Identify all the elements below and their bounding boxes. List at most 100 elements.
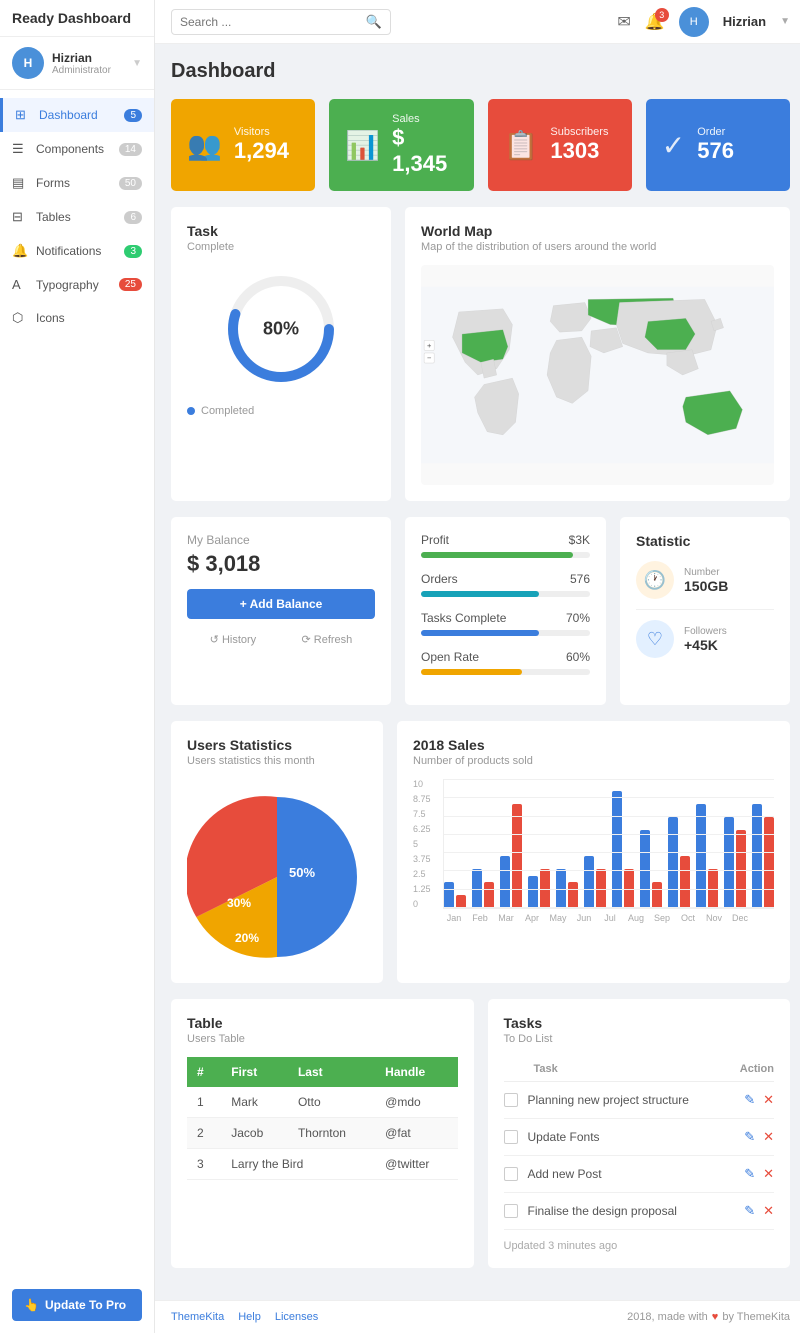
task-delete-icon-2[interactable]: ✕ <box>763 1129 774 1145</box>
mail-icon[interactable]: ✉ <box>617 12 630 32</box>
profit-label: Profit <box>421 533 449 547</box>
table-title: Table <box>187 1015 458 1031</box>
sidebar-item-tables[interactable]: ⊟ Tables 6 <box>0 200 154 234</box>
orders-bar-fill <box>421 591 539 597</box>
donut-chart: 80% <box>221 269 341 389</box>
stat-item-number: 🕐 Number 150GB <box>636 551 774 610</box>
update-pro-button[interactable]: 👆 Update To Pro <box>12 1289 142 1321</box>
task-item-2: Update Fonts ✎ ✕ <box>504 1119 775 1156</box>
sales-icon: 📊 <box>345 129 380 162</box>
topbar-dropdown-icon[interactable]: ▼ <box>780 16 790 27</box>
map-title: World Map <box>421 223 774 239</box>
order-icon: ✓ <box>662 129 685 162</box>
number-icon: 🕐 <box>636 561 674 599</box>
sales-title: 2018 Sales <box>413 737 774 753</box>
topbar-right: ✉ 🔔 3 H Hizrian ▼ <box>617 7 790 37</box>
task-delete-icon-4[interactable]: ✕ <box>763 1203 774 1219</box>
task-edit-icon-3[interactable]: ✎ <box>744 1166 755 1182</box>
stat-card-sales: 📊 Sales $ 1,345 <box>329 99 473 191</box>
tasks-header-row: Task Action <box>504 1057 775 1082</box>
subscribers-icon: 📋 <box>504 129 539 162</box>
row1-handle: @mdo <box>375 1087 457 1118</box>
visitors-label: Visitors <box>234 126 289 138</box>
add-balance-button[interactable]: + Add Balance <box>187 589 375 619</box>
task-actions-4: ✎ ✕ <box>744 1203 774 1219</box>
sidebar-user: H Hizrian Administrator ▼ <box>0 37 154 90</box>
pie-chart-svg: 50% 20% 30% <box>187 787 367 967</box>
task-subtitle: Complete <box>187 241 375 253</box>
topbar-avatar[interactable]: H <box>679 7 709 37</box>
map-subtitle: Map of the distribution of users around … <box>421 241 774 253</box>
svg-text:50%: 50% <box>289 865 315 880</box>
sidebar-item-notifications[interactable]: 🔔 Notifications 3 <box>0 234 154 268</box>
task-item-4: Finalise the design proposal ✎ ✕ <box>504 1193 775 1230</box>
open-rate-bar-bg <box>421 669 590 675</box>
sidebar-item-icons[interactable]: ⬡ Icons <box>0 301 154 335</box>
sidebar-toggle-icon[interactable]: ▼ <box>132 58 142 69</box>
main-content: 🔍 ✉ 🔔 3 H Hizrian ▼ Dashboard 👥 Visitors… <box>155 0 800 1333</box>
balance-row: My Balance $ 3,018 + Add Balance ↺ Histo… <box>171 517 790 705</box>
task-item-1: Planning new project structure ✎ ✕ <box>504 1082 775 1119</box>
subscribers-label: Subscribers <box>550 126 608 138</box>
sales-value: $ 1,345 <box>392 125 457 177</box>
task-delete-icon-3[interactable]: ✕ <box>763 1166 774 1182</box>
task-text-4: Finalise the design proposal <box>528 1204 735 1218</box>
sidebar: Ready Dashboard H Hizrian Administrator … <box>0 0 155 1333</box>
page-title: Dashboard <box>171 60 790 83</box>
row3-handle: @twitter <box>375 1149 457 1180</box>
open-rate-value: 60% <box>566 650 590 664</box>
task-edit-icon-4[interactable]: ✎ <box>744 1203 755 1219</box>
col-last: Last <box>288 1057 375 1087</box>
sidebar-label-components: Components <box>36 142 104 156</box>
number-value: 150GB <box>684 578 728 594</box>
stat-item-followers: ♡ Followers +45K <box>636 610 774 668</box>
task-delete-icon-1[interactable]: ✕ <box>763 1092 774 1108</box>
sidebar-item-typography[interactable]: A Typography 25 <box>0 268 154 301</box>
task-checkbox-2[interactable] <box>504 1130 518 1144</box>
search-input[interactable] <box>180 15 360 29</box>
task-text-3: Add new Post <box>528 1167 735 1181</box>
task-checkbox-4[interactable] <box>504 1204 518 1218</box>
heart-icon: ♥ <box>712 1311 719 1323</box>
search-icon: 🔍 <box>366 14 382 30</box>
progress-tasks-complete: Tasks Complete 70% <box>421 611 590 636</box>
progress-orders: Orders 576 <box>421 572 590 597</box>
task-edit-icon-2[interactable]: ✎ <box>744 1129 755 1145</box>
task-checkbox-3[interactable] <box>504 1167 518 1181</box>
footer-link-themekita[interactable]: ThemeKita <box>171 1311 224 1323</box>
users-stats-subtitle: Users statistics this month <box>187 755 367 767</box>
footer-link-help[interactable]: Help <box>238 1311 261 1323</box>
tasks-updated: Updated 3 minutes ago <box>504 1240 775 1252</box>
footer-link-licenses[interactable]: Licenses <box>275 1311 318 1323</box>
typography-badge: 25 <box>119 278 142 291</box>
sidebar-item-components[interactable]: ☰ Components 14 <box>0 132 154 166</box>
sidebar-item-dashboard[interactable]: ⊞ Dashboard 5 <box>0 98 154 132</box>
col-first: First <box>221 1057 288 1087</box>
pie-chart-wrap: 50% 20% 30% <box>187 787 367 967</box>
orders-label: Orders <box>421 572 458 586</box>
refresh-icon: ⟳ <box>302 634 314 646</box>
table-row: 2 Jacob Thornton @fat <box>187 1118 458 1149</box>
bar-jul <box>612 791 634 908</box>
row2-num: 2 <box>187 1118 221 1149</box>
task-checkbox-1[interactable] <box>504 1093 518 1107</box>
search-box[interactable]: 🔍 <box>171 9 391 35</box>
y-axis-labels: 10 8.75 7.5 6.25 5 3.75 2.5 1.25 0 <box>413 779 431 909</box>
notifications-badge: 3 <box>124 245 142 258</box>
task-item-3: Add new Post ✎ ✕ <box>504 1156 775 1193</box>
topbar-username[interactable]: Hizrian <box>723 14 766 29</box>
sidebar-item-forms[interactable]: ▤ Forms 50 <box>0 166 154 200</box>
table-tasks-row: Table Users Table # First Last Handle 1 <box>171 999 790 1268</box>
topbar: 🔍 ✉ 🔔 3 H Hizrian ▼ <box>155 0 800 44</box>
history-link[interactable]: ↺ History <box>210 633 257 646</box>
row1-num: 1 <box>187 1087 221 1118</box>
task-edit-icon-1[interactable]: ✎ <box>744 1092 755 1108</box>
notifications-bell-icon[interactable]: 🔔 3 <box>645 12 665 32</box>
progress-profit: Profit $3K <box>421 533 590 558</box>
row3-num: 3 <box>187 1149 221 1180</box>
tasks-complete-value: 70% <box>566 611 590 625</box>
sidebar-label-icons: Icons <box>36 311 65 325</box>
statistic-title: Statistic <box>636 533 774 549</box>
bar-chart-container: 10 8.75 7.5 6.25 5 3.75 2.5 1.25 0 <box>413 779 774 923</box>
refresh-link[interactable]: ⟳ Refresh <box>302 633 353 646</box>
